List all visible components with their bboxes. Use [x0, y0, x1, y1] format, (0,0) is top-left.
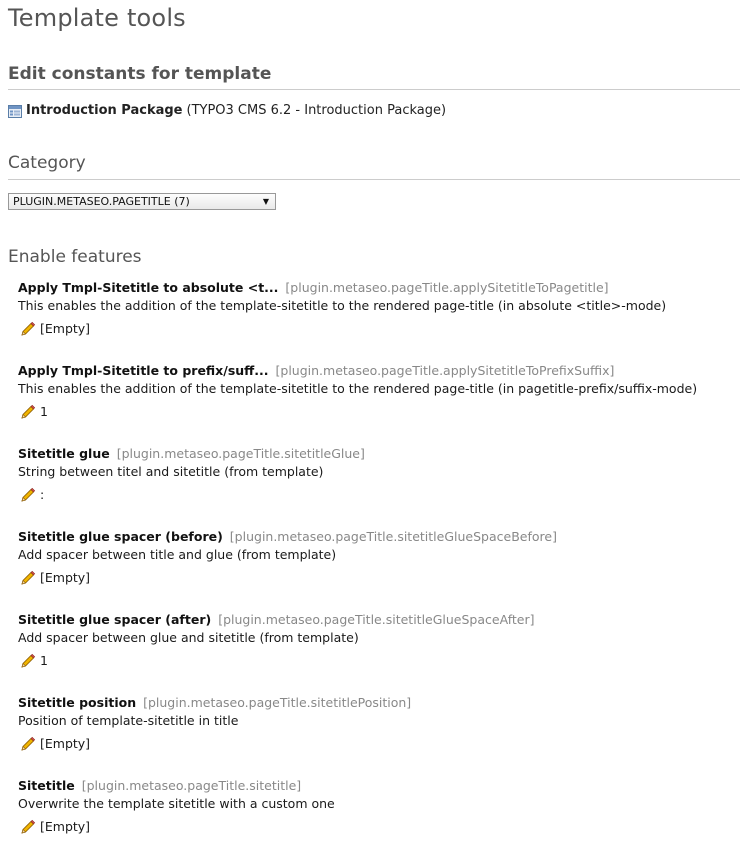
setting-item: Sitetitle position [plugin.metaseo.pageT… — [18, 695, 738, 752]
setting-item: Apply Tmpl-Sitetitle to prefix/suff... [… — [18, 363, 738, 420]
setting-description: Add spacer between glue and sitetitle (f… — [18, 630, 359, 645]
setting-key: [plugin.metaseo.pageTitle.applySitetitle… — [285, 280, 609, 295]
setting-label: Sitetitle position — [18, 695, 137, 710]
setting-key: [plugin.metaseo.pageTitle.sitetitleGlueS… — [218, 612, 535, 627]
setting-item: Sitetitle [plugin.metaseo.pageTitle.site… — [18, 778, 738, 835]
setting-key: [plugin.metaseo.pageTitle.sitetitlePosit… — [143, 695, 412, 710]
pencil-icon[interactable] — [20, 819, 36, 835]
category-select[interactable]: PLUGIN.METASEO.PAGETITLE (7) ▼ — [8, 193, 276, 210]
setting-value: : — [40, 487, 45, 502]
setting-label: Apply Tmpl-Sitetitle to prefix/suff... — [18, 363, 269, 378]
setting-description: Add spacer between title and glue (from … — [18, 547, 337, 562]
pencil-icon[interactable] — [20, 321, 36, 337]
setting-key: [plugin.metaseo.pageTitle.applySitetitle… — [275, 363, 615, 378]
setting-description: This enables the addition of the templat… — [18, 298, 667, 313]
setting-label: Apply Tmpl-Sitetitle to absolute <t... — [18, 280, 279, 295]
setting-label: Sitetitle glue — [18, 446, 110, 461]
setting-value: [Empty] — [40, 819, 91, 834]
setting-description: Position of template-sitetitle in title — [18, 713, 239, 728]
category-selected-value: PLUGIN.METASEO.PAGETITLE (7) — [13, 195, 190, 208]
template-info: Introduction Package (TYPO3 CMS 6.2 - In… — [8, 103, 446, 118]
divider — [8, 179, 740, 180]
setting-item: Apply Tmpl-Sitetitle to absolute <t... [… — [18, 280, 738, 337]
pencil-icon[interactable] — [20, 653, 36, 669]
template-name: Introduction Package — [26, 103, 183, 118]
setting-label: Sitetitle — [18, 778, 75, 793]
setting-item: Sitetitle glue [plugin.metaseo.pageTitle… — [18, 446, 738, 503]
enable-features-heading: Enable features — [8, 247, 142, 267]
chevron-down-icon: ▼ — [262, 197, 269, 206]
setting-value: 1 — [40, 404, 48, 419]
setting-item: Sitetitle glue spacer (before) [plugin.m… — [18, 529, 738, 586]
page-title: Template tools — [8, 4, 186, 32]
setting-description: String between titel and sitetitle (from… — [18, 464, 324, 479]
setting-value: 1 — [40, 653, 48, 668]
template-tools-page: Template tools Edit constants for templa… — [0, 0, 740, 848]
template-details: (TYPO3 CMS 6.2 - Introduction Package) — [186, 103, 447, 118]
pencil-icon[interactable] — [20, 404, 36, 420]
divider — [8, 89, 740, 90]
edit-constants-heading: Edit constants for template — [8, 64, 272, 84]
setting-key: [plugin.metaseo.pageTitle.sitetitleGlue] — [116, 446, 365, 461]
pencil-icon[interactable] — [20, 487, 36, 503]
setting-value: [Empty] — [40, 570, 91, 585]
setting-key: [plugin.metaseo.pageTitle.sitetitleGlueS… — [229, 529, 557, 544]
setting-key: [plugin.metaseo.pageTitle.sitetitle] — [81, 778, 302, 793]
category-heading: Category — [8, 153, 86, 173]
setting-value: [Empty] — [40, 321, 91, 336]
setting-label: Sitetitle glue spacer (after) — [18, 612, 212, 627]
pencil-icon[interactable] — [20, 570, 36, 586]
setting-item: Sitetitle glue spacer (after) [plugin.me… — [18, 612, 738, 669]
setting-description: Overwrite the template sitetitle with a … — [18, 796, 335, 811]
template-icon — [8, 105, 22, 118]
setting-value: [Empty] — [40, 736, 91, 751]
pencil-icon[interactable] — [20, 736, 36, 752]
setting-label: Sitetitle glue spacer (before) — [18, 529, 223, 544]
setting-description: This enables the addition of the templat… — [18, 381, 698, 396]
